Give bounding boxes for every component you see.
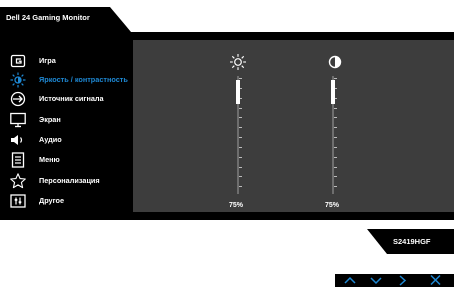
slider-tick [334,108,337,109]
slider-tick [334,176,337,177]
menu-label: Персонализация [39,176,100,185]
menu-item-game[interactable]: Игра [0,51,133,71]
slider-tick [239,117,242,118]
slider-tick [239,108,242,109]
menu-label: Игра [39,56,56,65]
slider-tick [239,147,242,148]
osd-menu: Dell 24 Gaming Monitor Игра Яркость / ко… [0,0,454,254]
menu-label: Экран [39,115,61,124]
menu-item-menu[interactable]: Меню [0,150,133,170]
close-icon[interactable] [426,273,446,287]
menu-label: Другое [39,196,65,205]
display-icon [10,112,26,128]
menu-item-brightness-contrast[interactable]: Яркость / контрастность [0,70,133,90]
slider-tick [239,186,242,187]
slider-tick [334,117,337,118]
content-area [133,40,454,212]
slider-tick [239,127,242,128]
slider-tick [239,137,242,138]
brightness-value: 75% [229,202,244,209]
menu-item-display[interactable]: Экран [0,110,133,130]
slider-tick [334,127,337,128]
menu-item-other[interactable]: Другое [0,191,133,211]
menu-item-personalize[interactable]: Персонализация [0,171,133,191]
brightness-icon [10,72,26,88]
slider-tick [334,186,337,187]
slider-handle[interactable] [331,80,335,104]
slider-tick [334,157,337,158]
slider-tick [239,157,242,158]
menu-item-audio[interactable]: Аудио [0,130,133,150]
input-source-icon [10,91,26,107]
star-icon [10,173,26,189]
contrast-icon [328,55,342,69]
slider-handle[interactable] [236,80,240,104]
menu-label: Меню [39,155,60,164]
slider-tick [334,167,337,168]
slider-tick [334,147,337,148]
sun-icon [230,54,246,70]
slider-tick [239,176,242,177]
contrast-value: 75% [325,202,340,209]
game-icon [10,54,26,68]
down-arrow-icon[interactable] [366,273,386,287]
menu-label: Источник сигнала [39,94,104,103]
other-icon [10,194,26,208]
contrast-slider[interactable] [326,76,340,194]
menu-label: Аудио [39,135,62,144]
brightness-slider[interactable] [231,76,245,194]
menu-icon [11,152,25,168]
right-arrow-icon[interactable] [393,273,413,287]
menu-label: Яркость / контрастность [39,75,128,84]
slider-tick [334,137,337,138]
menu-item-input-source[interactable]: Источник сигнала [0,89,133,109]
osd-title: Dell 24 Gaming Monitor [6,13,90,22]
slider-tick [239,167,242,168]
model-name: S2419HGF [393,237,431,246]
audio-icon [11,135,23,145]
slider-tick [239,78,242,79]
up-arrow-icon[interactable] [340,273,360,287]
slider-tick [334,78,337,79]
